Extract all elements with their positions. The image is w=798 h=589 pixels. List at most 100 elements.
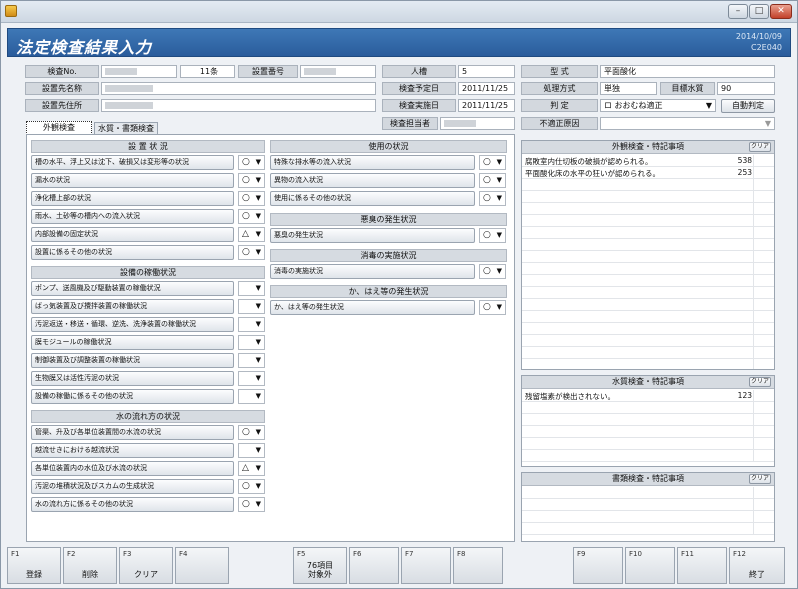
note-row[interactable]: [522, 203, 774, 215]
note-row[interactable]: [522, 215, 774, 227]
inspection-result-select[interactable]: ▼: [238, 281, 265, 296]
inspection-item-button[interactable]: 設置に係るその他の状況: [31, 245, 234, 260]
inspection-result-select[interactable]: △ ▼: [238, 227, 265, 242]
inspection-item-button[interactable]: 汚泥の堆積状況及びスカムの生成状況: [31, 479, 234, 494]
tab-visual-inspection[interactable]: 外観検査: [26, 121, 92, 135]
inspection-result-select[interactable]: ○ ▼: [238, 425, 265, 440]
function-key-f9[interactable]: F9: [573, 547, 623, 584]
inspection-result-select[interactable]: ○ ▼: [479, 155, 506, 170]
inspection-item-button[interactable]: 浄化槽上部の状況: [31, 191, 234, 206]
inspection-result-select[interactable]: ○ ▼: [238, 245, 265, 260]
inspection-item-button[interactable]: 越流せきにおける越流状況: [31, 443, 234, 458]
inspection-result-select[interactable]: ○ ▼: [479, 228, 506, 243]
inspection-result-select[interactable]: ○ ▼: [479, 191, 506, 206]
function-key-f7[interactable]: F7: [401, 547, 451, 584]
inspection-result-select[interactable]: ▼: [238, 317, 265, 332]
inspection-item-button[interactable]: 汚泥返送・移送・循環、逆洗、洗浄装置の稼働状況: [31, 317, 234, 332]
note-row[interactable]: [522, 323, 774, 335]
inspection-result-select[interactable]: ○ ▼: [238, 209, 265, 224]
inspection-result-select[interactable]: ▼: [238, 389, 265, 404]
function-key-f1[interactable]: F1 登録: [7, 547, 61, 584]
note-row[interactable]: [522, 191, 774, 203]
note-row[interactable]: [522, 287, 774, 299]
inspection-item-button[interactable]: 消毒の実施状況: [270, 264, 475, 279]
note-row[interactable]: [522, 402, 774, 414]
inspection-result-select[interactable]: ▼: [238, 335, 265, 350]
inspection-item-button[interactable]: 制御装置及び調整装置の稼働状況: [31, 353, 234, 368]
inspection-item-button[interactable]: 管渠、升及び各単位装置間の水流の状況: [31, 425, 234, 440]
note-row[interactable]: 平面酸化床の水平の狂いが認められる。 253: [522, 167, 774, 179]
visual-notes-clear-button[interactable]: クリア: [749, 142, 771, 152]
inspection-count-field[interactable]: 11条: [180, 65, 235, 78]
inspection-result-select[interactable]: ○ ▼: [479, 300, 506, 315]
inspection-result-select[interactable]: ▼: [238, 371, 265, 386]
judgement-select[interactable]: ロ おおむね適正 ▼: [600, 99, 716, 112]
inspection-result-select[interactable]: ○ ▼: [238, 191, 265, 206]
inspection-item-button[interactable]: ばっ気装置及び攪拌装置の稼働状況: [31, 299, 234, 314]
inspection-item-button[interactable]: 特殊な排水等の流入状況: [270, 155, 475, 170]
note-row[interactable]: [522, 487, 774, 499]
inspection-item-button[interactable]: 各単位装置内の水位及び水流の状況: [31, 461, 234, 476]
inspection-result-select[interactable]: ○ ▼: [238, 479, 265, 494]
note-row[interactable]: [522, 414, 774, 426]
inspection-item-button[interactable]: 使用に係るその他の状況: [270, 191, 475, 206]
inspection-item-button[interactable]: 内部設備の固定状況: [31, 227, 234, 242]
persons-field[interactable]: 5: [458, 65, 515, 78]
inspection-item-button[interactable]: ポンプ、送風機及び駆動装置の稼働状況: [31, 281, 234, 296]
inspection-item-button[interactable]: か、はえ等の発生状況: [270, 300, 475, 315]
installer-address-field[interactable]: [101, 99, 376, 112]
function-key-f8[interactable]: F8: [453, 547, 503, 584]
note-row[interactable]: [522, 251, 774, 263]
note-row[interactable]: 残留塩素が検出されない。 123: [522, 390, 774, 402]
inspection-result-select[interactable]: ○ ▼: [238, 155, 265, 170]
note-row[interactable]: [522, 450, 774, 462]
note-row[interactable]: [522, 499, 774, 511]
function-key-f4[interactable]: F4: [175, 547, 229, 584]
installer-name-field[interactable]: [101, 82, 376, 95]
inspection-item-button[interactable]: 槽の水平、浮上又は沈下、破損又は変形等の状況: [31, 155, 234, 170]
note-row[interactable]: [522, 523, 774, 535]
model-field[interactable]: 平面酸化: [600, 65, 775, 78]
inspection-result-select[interactable]: ○ ▼: [238, 173, 265, 188]
water-notes-clear-button[interactable]: クリア: [749, 377, 771, 387]
inspection-item-button[interactable]: 設備の稼働に係るその他の状況: [31, 389, 234, 404]
inspector-field[interactable]: [440, 117, 515, 130]
function-key-f5[interactable]: F5 76項目 対象外: [293, 547, 347, 584]
inspection-item-button[interactable]: 水の流れ方に係るその他の状況: [31, 497, 234, 512]
inspection-result-select[interactable]: ▼: [238, 353, 265, 368]
note-row[interactable]: [522, 359, 774, 369]
note-row[interactable]: [522, 335, 774, 347]
function-key-f2[interactable]: F2 削除: [63, 547, 117, 584]
inspection-no-field[interactable]: [101, 65, 177, 78]
inspection-item-button[interactable]: 雨水、土砂等の槽内への流入状況: [31, 209, 234, 224]
function-key-f11[interactable]: F11: [677, 547, 727, 584]
maximize-button[interactable]: □: [749, 4, 769, 19]
document-notes-clear-button[interactable]: クリア: [749, 474, 771, 484]
note-row[interactable]: [522, 263, 774, 275]
executed-date-field[interactable]: 2011/11/25: [458, 99, 515, 112]
target-quality-field[interactable]: 90: [717, 82, 775, 95]
note-row[interactable]: [522, 299, 774, 311]
note-row[interactable]: [522, 426, 774, 438]
note-row[interactable]: [522, 227, 774, 239]
note-row[interactable]: [522, 179, 774, 191]
inspection-item-button[interactable]: 漏水の状況: [31, 173, 234, 188]
note-row[interactable]: [522, 275, 774, 287]
auto-judge-button[interactable]: 自動判定: [721, 99, 775, 113]
minimize-button[interactable]: –: [728, 4, 748, 19]
inspection-result-select[interactable]: ▼: [238, 299, 265, 314]
inspection-result-select[interactable]: ○ ▼: [479, 264, 506, 279]
inspection-item-button[interactable]: 悪臭の発生状況: [270, 228, 475, 243]
inspection-item-button[interactable]: 膜モジュールの稼働状況: [31, 335, 234, 350]
inspection-item-button[interactable]: 生物膜又は活性汚泥の状況: [31, 371, 234, 386]
close-button[interactable]: ✕: [770, 4, 792, 19]
note-row[interactable]: [522, 438, 774, 450]
inspection-result-select[interactable]: ▼: [238, 443, 265, 458]
note-row[interactable]: [522, 511, 774, 523]
function-key-f10[interactable]: F10: [625, 547, 675, 584]
function-key-f3[interactable]: F3 クリア: [119, 547, 173, 584]
inspection-result-select[interactable]: ○ ▼: [238, 497, 265, 512]
improper-reason-select[interactable]: ▼: [600, 117, 775, 130]
inspection-item-button[interactable]: 異物の流入状況: [270, 173, 475, 188]
note-row[interactable]: 腐敗室内仕切板の破損が認められる。 538: [522, 155, 774, 167]
